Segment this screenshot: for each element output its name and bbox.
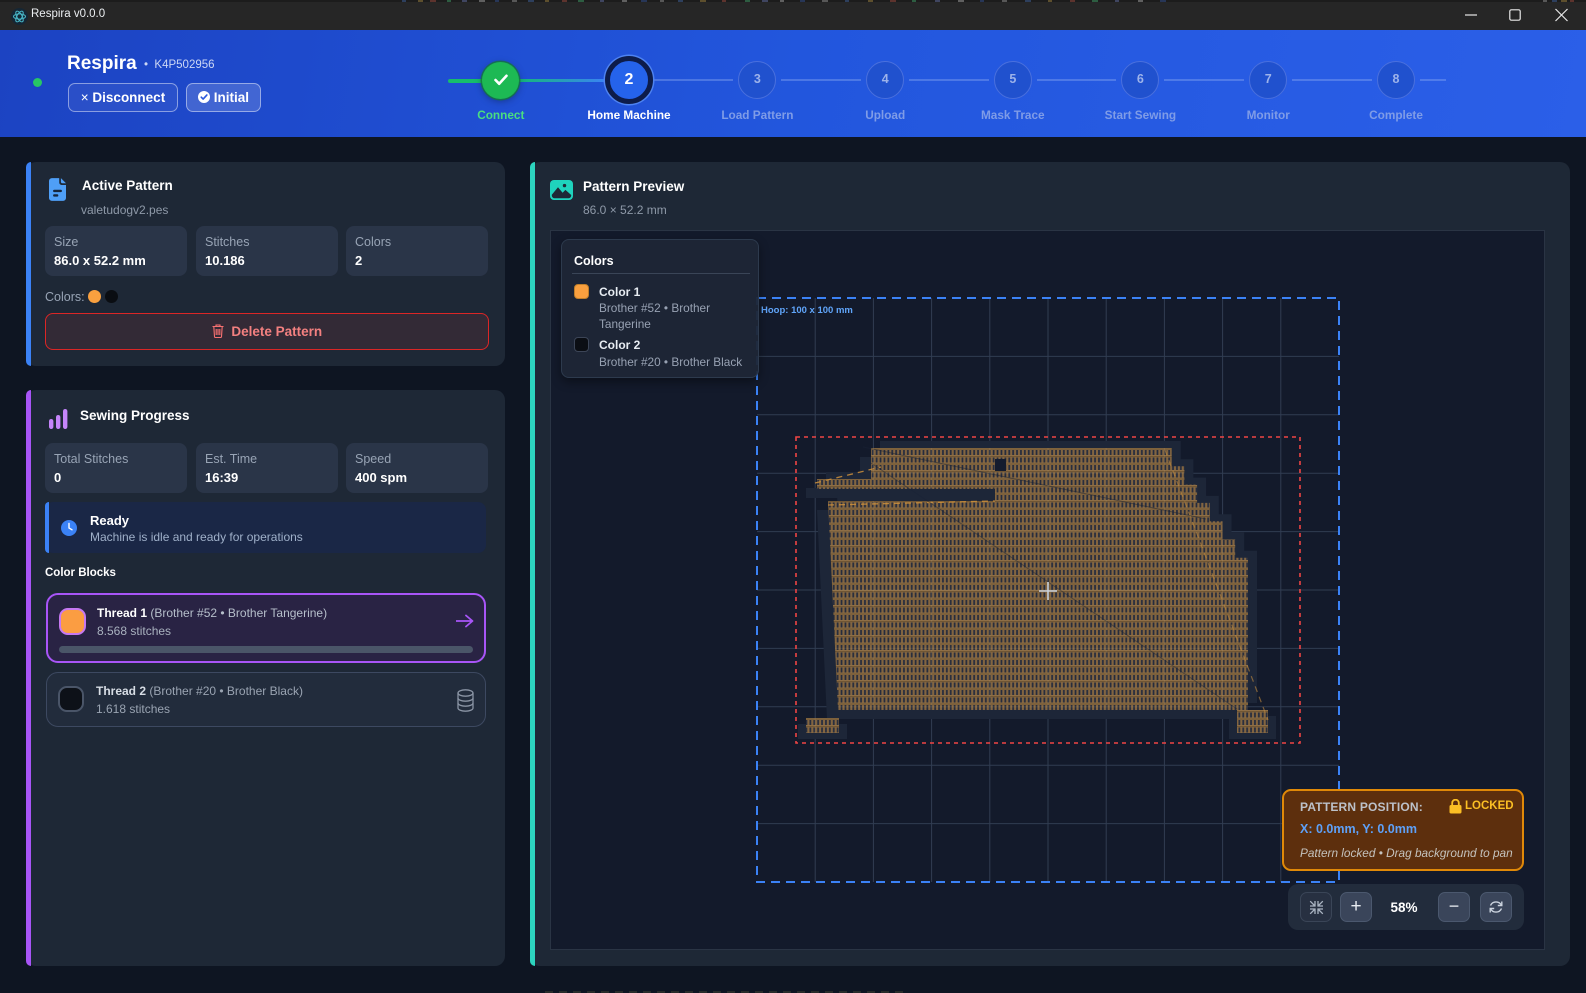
svg-text:Hoop: 100 x 100 mm: Hoop: 100 x 100 mm [761,305,853,316]
